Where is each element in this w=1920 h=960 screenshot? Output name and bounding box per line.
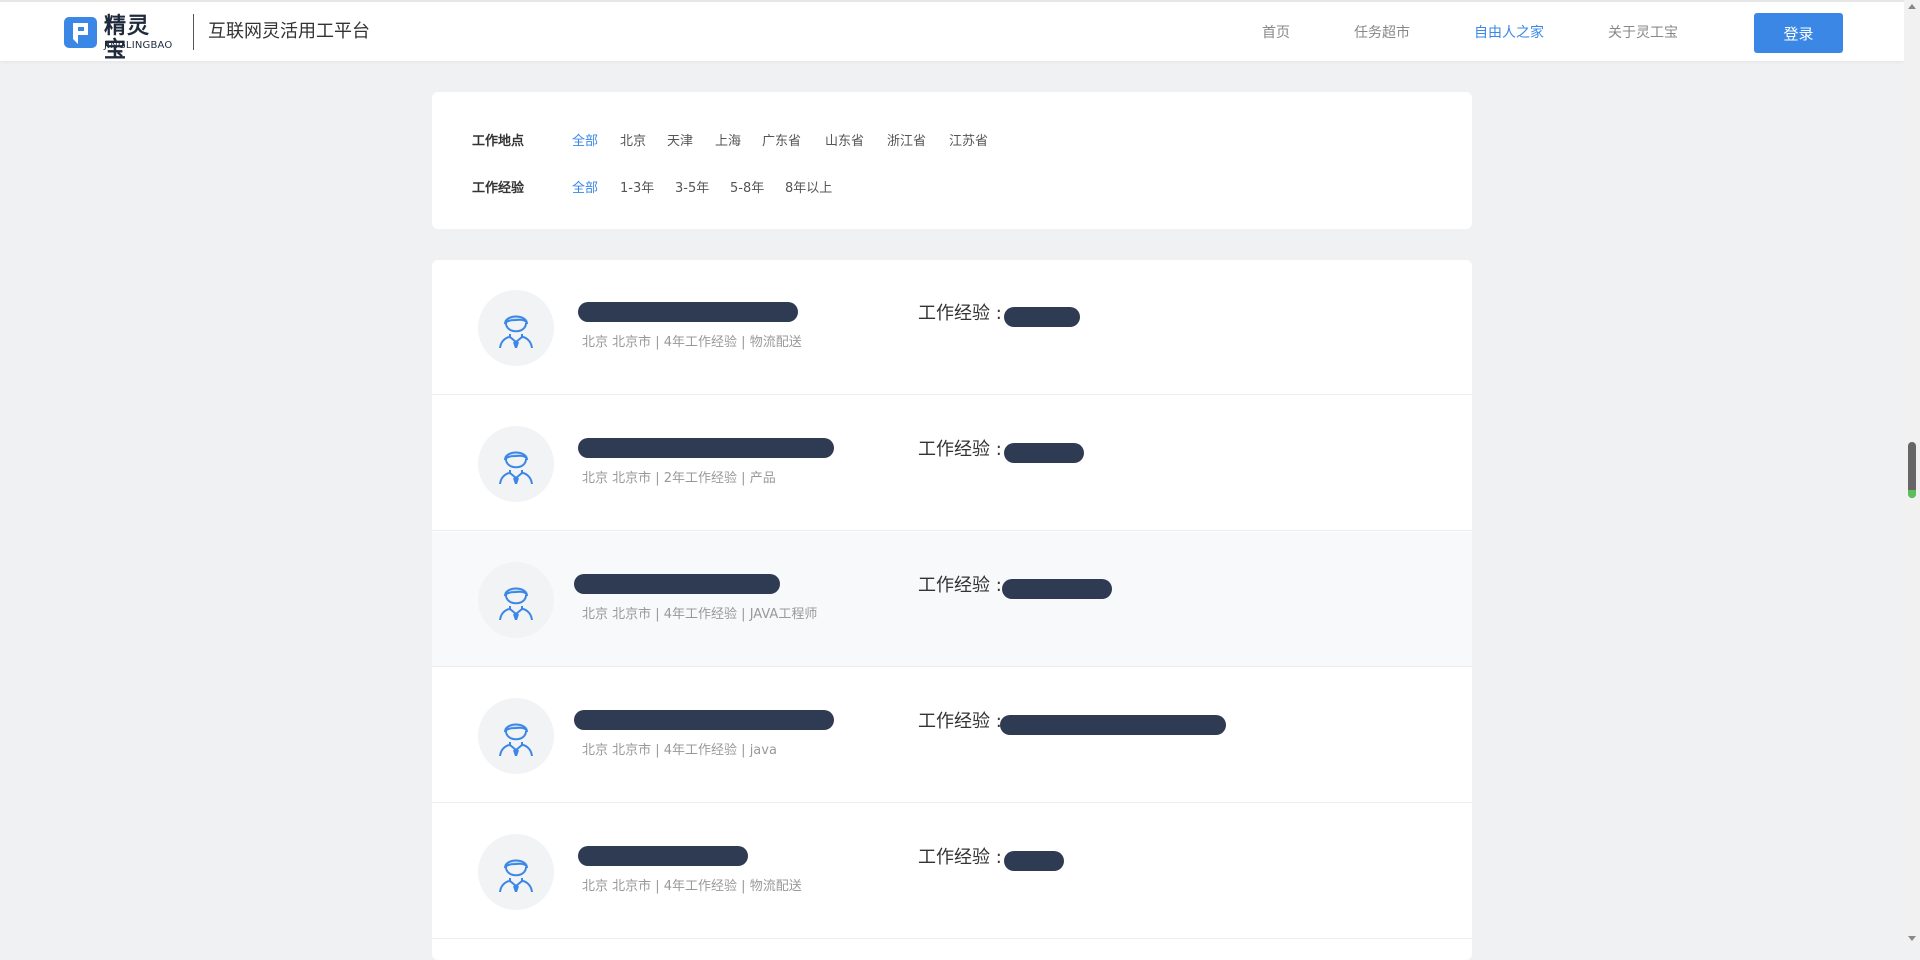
user-avatar-icon (499, 723, 533, 756)
avatar (478, 426, 554, 502)
nav-freelancer-home[interactable]: 自由人之家 (1474, 24, 1544, 42)
worker-meta: 北京 北京市 | 4年工作经验 | 物流配送 (582, 879, 802, 894)
experience-redacted (1000, 715, 1226, 735)
user-avatar-icon (499, 315, 533, 348)
location-filter-label: 工作地点 (472, 134, 525, 149)
nav-about[interactable]: 关于灵工宝 (1608, 24, 1678, 42)
header-divider (193, 14, 194, 50)
experience-label: 工作经验 : (918, 847, 1002, 868)
worker-meta: 北京 北京市 | 4年工作经验 | JAVA工程师 (582, 607, 818, 622)
name-redacted (574, 710, 834, 730)
user-avatar-icon (499, 859, 533, 892)
name-redacted (578, 438, 834, 458)
page-scrollbar[interactable] (1904, 0, 1920, 947)
scroll-down-icon[interactable] (1908, 936, 1916, 941)
nav-task-market[interactable]: 任务超市 (1354, 24, 1410, 42)
experience-redacted (1004, 851, 1064, 871)
location-filter-row: 工作地点 全部 北京 天津 上海 广东省 山东省 浙江省 江苏省 (472, 132, 1432, 152)
worker-meta: 北京 北京市 | 2年工作经验 | 产品 (582, 471, 776, 486)
experience-option-all[interactable]: 全部 (572, 179, 598, 199)
worker-row[interactable]: 北京 北京市 | 4年工作经验 | 物流配送 工作经验 : (432, 260, 1472, 395)
login-button[interactable]: 登录 (1754, 13, 1843, 53)
name-redacted (578, 846, 748, 866)
site-logo[interactable]: 精灵宝 JINGLINGBAO (64, 15, 173, 63)
experience-option-1-3[interactable]: 1-3年 (620, 179, 654, 199)
nav-home[interactable]: 首页 (1262, 24, 1290, 42)
experience-option-8-plus[interactable]: 8年以上 (785, 179, 832, 199)
experience-redacted (1004, 307, 1080, 327)
experience-label: 工作经验 : (918, 303, 1002, 324)
worker-meta: 北京 北京市 | 4年工作经验 | 物流配送 (582, 335, 802, 350)
experience-option-3-5[interactable]: 3-5年 (675, 179, 709, 199)
logo-mark-icon (64, 17, 97, 48)
experience-filter-row: 工作经验 全部 1-3年 3-5年 5-8年 8年以上 (472, 179, 1432, 199)
worker-row[interactable]: 北京 北京市 | 4年工作经验 | 物流配送 工作经验 : (432, 804, 1472, 939)
name-redacted (578, 302, 798, 322)
worker-row[interactable]: 北京 北京市 | 4年工作经验 | JAVA工程师 工作经验 : (432, 532, 1472, 667)
top-header: 精灵宝 JINGLINGBAO 互联网灵活用工平台 首页 任务超市 自由人之家 … (0, 0, 1904, 63)
location-option-jiangsu[interactable]: 江苏省 (949, 132, 988, 152)
scroll-up-icon[interactable] (1908, 4, 1916, 9)
location-option-all[interactable]: 全部 (572, 132, 598, 152)
location-option-tianjin[interactable]: 天津 (667, 132, 693, 152)
location-option-shanghai[interactable]: 上海 (715, 132, 741, 152)
worker-row[interactable]: 北京 北京市 | 4年工作经验 | java 工作经验 : (432, 668, 1472, 803)
platform-name: 互联网灵活用工平台 (208, 21, 370, 42)
logo-name: 精灵宝 (104, 14, 151, 63)
user-avatar-icon (499, 587, 533, 620)
experience-filter-label: 工作经验 (472, 181, 525, 196)
experience-label: 工作经验 : (918, 575, 1002, 596)
avatar (478, 834, 554, 910)
scroll-thumb-tip (1908, 490, 1916, 498)
experience-label: 工作经验 : (918, 711, 1002, 732)
worker-meta: 北京 北京市 | 4年工作经验 | java (582, 743, 777, 758)
location-option-shandong[interactable]: 山东省 (825, 132, 864, 152)
worker-row[interactable]: 北京 北京市 | 2年工作经验 | 产品 工作经验 : (432, 396, 1472, 531)
worker-list: 北京 北京市 | 4年工作经验 | 物流配送 工作经验 : 北京 北京市 | 2… (432, 260, 1472, 960)
user-avatar-icon (499, 451, 533, 484)
location-option-beijing[interactable]: 北京 (620, 132, 646, 152)
location-option-guangdong[interactable]: 广东省 (762, 132, 801, 152)
experience-label: 工作经验 : (918, 439, 1002, 460)
logo-en: JINGLINGBAO (104, 40, 173, 51)
filter-panel: 工作地点 全部 北京 天津 上海 广东省 山东省 浙江省 江苏省 工作经验 全部… (432, 92, 1472, 229)
avatar (478, 290, 554, 366)
experience-redacted (1004, 443, 1084, 463)
experience-redacted (1002, 579, 1112, 599)
avatar (478, 562, 554, 638)
experience-option-5-8[interactable]: 5-8年 (730, 179, 764, 199)
avatar (478, 698, 554, 774)
name-redacted (574, 574, 780, 594)
location-option-zhejiang[interactable]: 浙江省 (887, 132, 926, 152)
